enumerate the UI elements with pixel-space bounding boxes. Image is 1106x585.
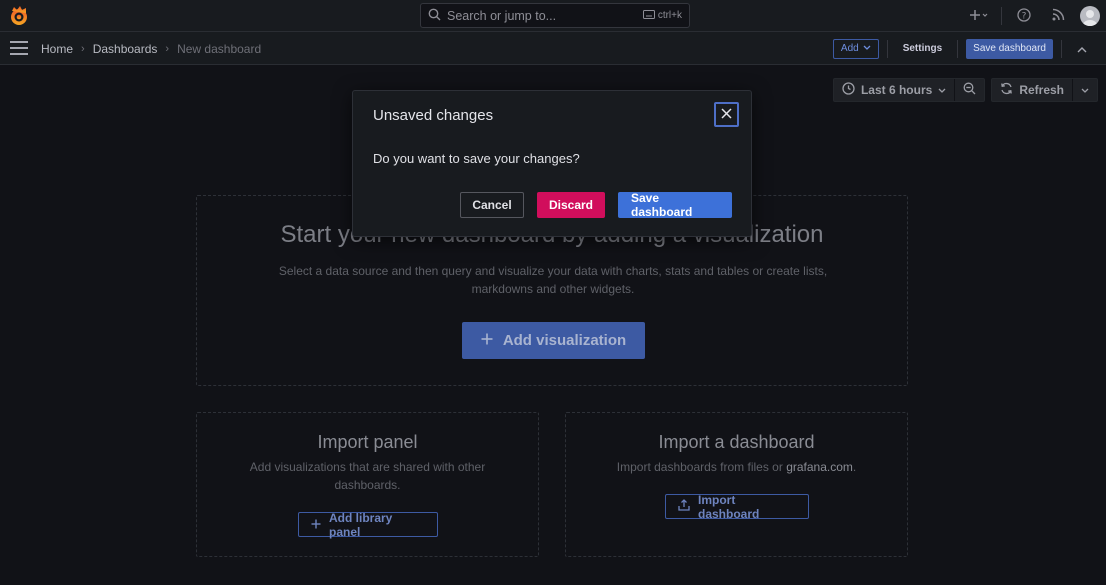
new-menu-button[interactable] [967,5,991,27]
refresh-group: Refresh [991,78,1098,102]
add-button[interactable]: Add [832,38,879,59]
modal-save-dashboard-button[interactable]: Save dashboard [618,191,732,219]
close-button[interactable] [714,102,739,127]
breadcrumb-dashboards[interactable]: Dashboards [93,42,158,56]
import-panel-card: Import panel Add visualizations that are… [196,412,539,557]
news-button[interactable] [1046,5,1070,27]
time-controls: Last 6 hours Refresh [832,78,1098,102]
modal-message: Do you want to save your changes? [373,151,580,166]
search-icon [428,8,441,24]
import-dashboard-period: . [852,460,857,474]
chevron-right-icon: › [81,42,85,55]
help-button[interactable]: ? [1012,5,1036,27]
clock-icon [842,82,855,98]
import-dashboard-button[interactable]: Import dashboard [665,492,809,521]
time-range-picker[interactable]: Last 6 hours [834,79,954,101]
plus-icon [311,518,321,532]
refresh-interval-button[interactable] [1072,79,1097,101]
add-visualization-button[interactable]: Add visualization [462,322,645,359]
zoom-out-button[interactable] [954,79,984,101]
chevron-up-icon [1077,42,1087,56]
help-icon: ? [1017,7,1031,25]
empty-state-subtitle: Select a data source and then query and … [278,264,828,296]
top-bar-actions: ? [967,4,1100,28]
shortcut-label: ctrl+k [657,10,682,21]
dashboard-nav-bar: Home › Dashboards › New dashboard Add Se… [0,32,1106,65]
plus-icon [481,332,493,349]
divider [1061,39,1062,58]
breadcrumb: Home › Dashboards › New dashboard [41,32,261,65]
collapse-button[interactable] [1070,38,1094,60]
settings-button[interactable]: Settings [896,39,949,59]
import-dashboard-description: Import dashboards from files or [616,460,783,474]
chevron-right-icon: › [165,42,170,55]
save-dashboard-label: Save dashboard [973,43,1046,54]
keyboard-icon [642,9,655,22]
import-dashboard-card: Import a dashboard Import dashboards fro… [565,412,908,557]
refresh-button[interactable]: Refresh [992,79,1072,101]
menu-icon[interactable] [10,41,28,55]
unsaved-changes-modal: Unsaved changes Do you want to save your… [352,90,752,237]
breadcrumb-current: New dashboard [177,41,262,56]
import-panel-text: Add visualizations that are shared with … [249,460,486,492]
zoom-out-icon [963,82,976,98]
save-dashboard-button[interactable]: Save dashboard [966,38,1053,59]
time-range-group: Last 6 hours [832,78,986,102]
divider [1001,7,1002,25]
user-avatar[interactable] [1080,6,1100,26]
grafana-logo-icon[interactable] [8,5,30,27]
import-dashboard-label: Import dashboard [698,492,760,521]
import-dashboard-text: Import dashboards from files or grafana.… [596,458,877,476]
grafana-com-link[interactable]: grafana.com [786,460,853,474]
add-button-label: Add [840,43,859,54]
nav-actions: Add Settings Save dashboard [832,32,1094,65]
add-visualization-label: Add visualization [502,332,627,349]
import-dashboard-title: Import a dashboard [658,432,815,452]
search-shortcut: ctrl+k [642,9,682,22]
upload-icon [678,499,690,514]
settings-button-label: Settings [902,43,943,54]
time-range-label: Last 6 hours [860,83,933,97]
close-icon [721,107,732,122]
search-bar[interactable]: Search or jump to... ctrl+k [420,3,690,28]
chevron-down-icon [863,43,871,54]
refresh-label: Refresh [1019,83,1064,97]
cancel-button[interactable]: Cancel [460,192,524,218]
svg-text:?: ? [1022,11,1027,21]
discard-button[interactable]: Discard [537,192,605,218]
search-placeholder: Search or jump to... [447,8,557,23]
rss-icon [1052,8,1065,24]
add-library-panel-label: Add library panel [329,510,393,539]
top-bar: Search or jump to... ctrl+k ? [0,0,1106,32]
modal-actions: Cancel Discard Save dashboard [460,191,732,219]
sync-icon [1000,82,1013,98]
divider [957,39,959,58]
breadcrumb-home[interactable]: Home [41,42,73,56]
chevron-down-icon [1081,83,1089,97]
import-panel-title: Import panel [317,432,418,452]
chevron-down-icon [938,83,946,97]
divider [886,39,888,58]
plus-icon [970,9,988,24]
add-library-panel-button[interactable]: Add library panel [298,510,438,539]
modal-title: Unsaved changes [373,107,494,124]
